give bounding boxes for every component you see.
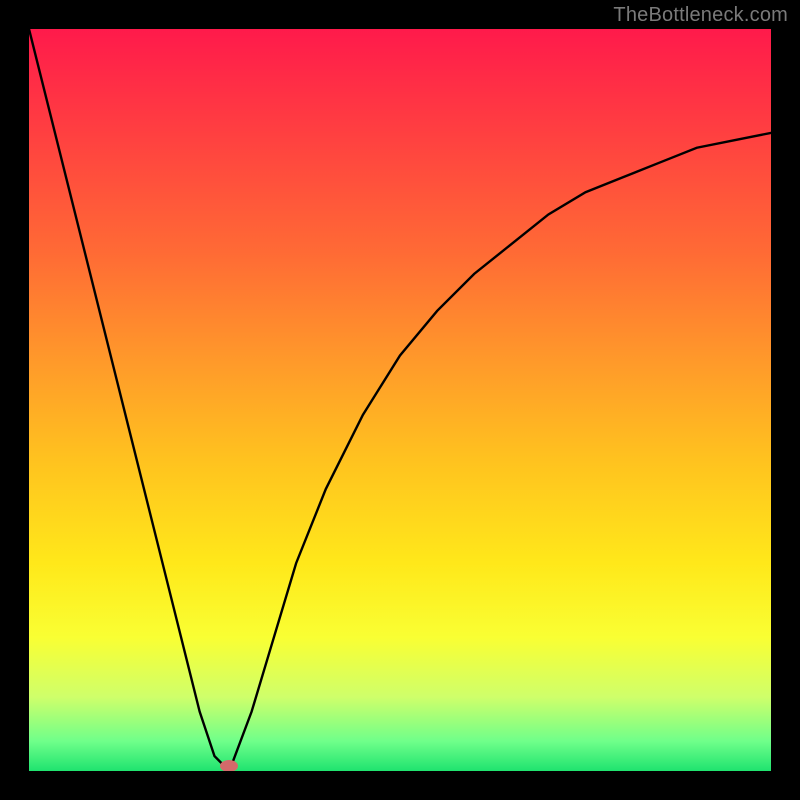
curve-svg (29, 29, 771, 771)
plot-area (29, 29, 771, 771)
min-point-dot (220, 760, 238, 771)
curve-path (29, 29, 771, 771)
chart-frame: TheBottleneck.com (0, 0, 800, 800)
watermark-label: TheBottleneck.com (613, 4, 788, 27)
